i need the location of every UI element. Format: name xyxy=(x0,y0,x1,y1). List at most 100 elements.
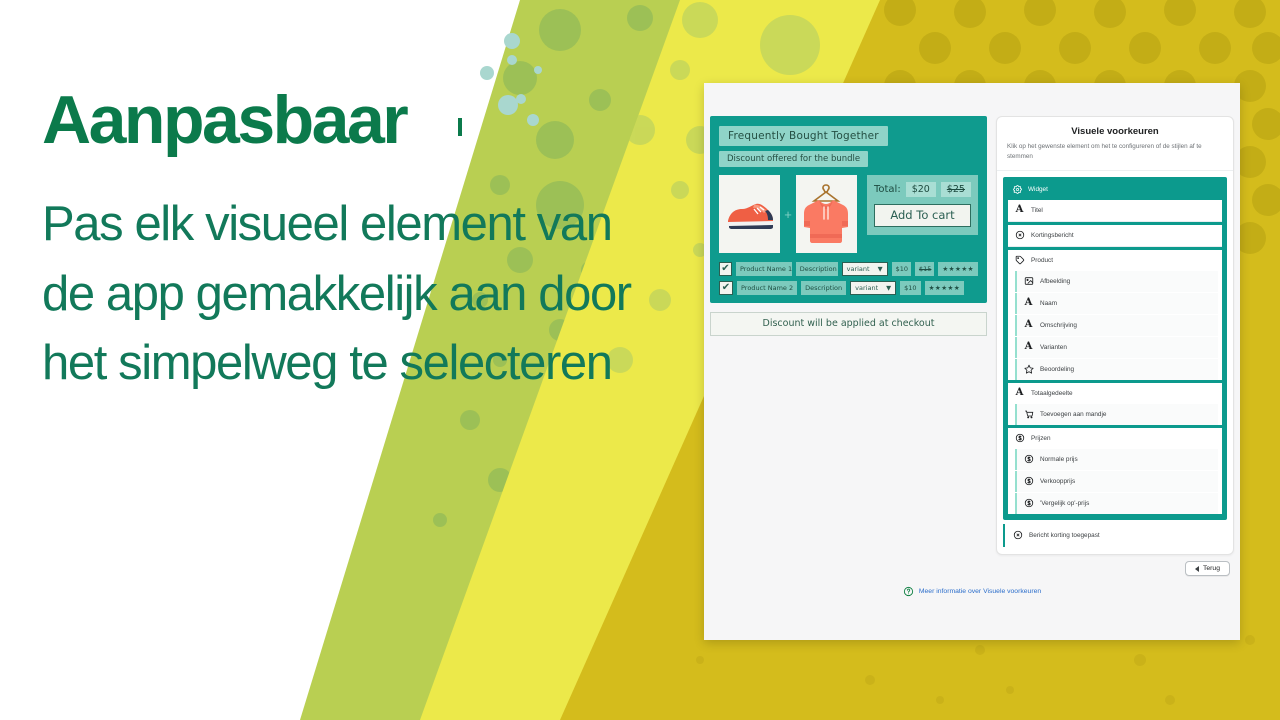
cart-icon xyxy=(1023,409,1034,420)
product-name[interactable]: Product Name 2 xyxy=(737,281,798,295)
page-subtitle: Pas elk visueel element van de app gemak… xyxy=(42,197,632,391)
product-image-2[interactable] xyxy=(795,175,857,253)
product-description[interactable]: Description xyxy=(801,281,847,295)
back-button-wrapper: Terug xyxy=(1184,561,1230,576)
product-description[interactable]: Description xyxy=(795,262,838,276)
letter-a-icon: A xyxy=(1015,204,1024,215)
variant-label: variant xyxy=(855,284,879,292)
running-shoe-icon xyxy=(727,203,773,229)
tree-group-prijzen[interactable]: Prijzen Normale prijs Verkoopprijs 'Verg… xyxy=(1008,427,1222,514)
variant-select[interactable]: variant ▼ xyxy=(841,262,888,276)
product-rating[interactable]: ★★★★★ xyxy=(924,281,965,295)
tag-icon xyxy=(1014,255,1025,266)
tree-item-afbeelding[interactable]: Afbeelding xyxy=(1015,270,1218,292)
product-price[interactable]: $10 xyxy=(891,262,911,276)
variant-select[interactable]: variant ▼ xyxy=(850,281,897,295)
add-to-cart-button[interactable]: Add To cart xyxy=(873,204,971,227)
product-compare-price[interactable]: $15 xyxy=(914,262,935,276)
tree-item-label: Kortingsbericht xyxy=(1031,231,1074,239)
tree-item-omschrijving[interactable]: A Omschrijving xyxy=(1015,314,1218,336)
letter-a-icon: A xyxy=(1024,319,1033,330)
tree-item-prijzen[interactable]: Prijzen xyxy=(1008,427,1222,449)
tree-item-varianten[interactable]: A Varianten xyxy=(1015,336,1218,358)
discount-badge-icon xyxy=(1012,530,1023,541)
caret-left-icon xyxy=(1194,565,1199,572)
widget-tree[interactable]: Widget A Titel Kortingsbericht Product A… xyxy=(1003,176,1227,520)
tree-item-toevoegen-aan-mandje[interactable]: Toevoegen aan mandje xyxy=(1015,403,1218,425)
gear-icon xyxy=(1012,184,1023,195)
tree-item-kortingsbericht[interactable]: Kortingsbericht xyxy=(1008,224,1222,247)
widget-discount-message[interactable]: Discount offered for the bundle xyxy=(719,151,869,167)
total-label: Total: xyxy=(873,184,901,195)
frequently-bought-together-preview[interactable]: Frequently Bought Together Discount offe… xyxy=(710,116,987,336)
app-screenshot-card: Frequently Bought Together Discount offe… xyxy=(704,83,1240,640)
tree-group-kortingsbericht[interactable]: Kortingsbericht xyxy=(1008,224,1222,247)
totals-block: Total: $20 $25 Add To cart xyxy=(866,175,978,235)
tree-item-product[interactable]: Product xyxy=(1008,249,1222,271)
dollar-icon xyxy=(1014,433,1025,444)
star-icon xyxy=(1023,364,1034,375)
plus-icon: + xyxy=(784,206,792,222)
tree-item-label: Normale prijs xyxy=(1040,455,1078,463)
product-rating[interactable]: ★★★★★ xyxy=(938,262,978,276)
widget-tree-header[interactable]: Widget xyxy=(1008,181,1222,200)
dollar-icon xyxy=(1023,476,1034,487)
tree-item-vergelijk-op-prijs[interactable]: 'Vergelijk op'-prijs xyxy=(1015,492,1218,514)
tree-item-label: Beoordeling xyxy=(1040,365,1075,373)
tree-item-normale-prijs[interactable]: Normale prijs xyxy=(1015,448,1218,470)
tree-item-label: Verkoopprijs xyxy=(1040,477,1076,485)
visual-preferences-panel: Visuele voorkeuren Klik op het gewenste … xyxy=(996,116,1234,555)
letter-a-icon: A xyxy=(1024,297,1033,308)
dollar-icon xyxy=(1023,498,1034,509)
more-info-row: Meer informatie over Visuele voorkeuren xyxy=(704,586,1240,597)
tree-item-naam[interactable]: A Naam xyxy=(1015,292,1218,314)
widget-title[interactable]: Frequently Bought Together xyxy=(719,126,888,146)
chevron-down-icon: ▼ xyxy=(877,265,883,273)
tree-item-bericht-korting-toegepast[interactable]: Bericht korting toegepast xyxy=(1003,523,1227,547)
tree-group-titel[interactable]: A Titel xyxy=(1008,199,1222,222)
panel-description: Klik op het gewenste element om het te c… xyxy=(1007,143,1202,160)
product-row[interactable]: ✔ Product Name 1 Description variant ▼ $… xyxy=(719,262,978,276)
hoodie-icon xyxy=(804,184,849,243)
question-circle-icon xyxy=(903,586,914,597)
chevron-down-icon: ▼ xyxy=(886,284,892,292)
product-price[interactable]: $10 xyxy=(900,281,921,295)
tree-item-label: Varianten xyxy=(1040,343,1067,351)
variant-label: variant xyxy=(846,265,870,273)
tree-item-verkoopprijs[interactable]: Verkoopprijs xyxy=(1015,470,1218,492)
total-price[interactable]: $20 xyxy=(905,182,936,197)
more-info-link[interactable]: Meer informatie over Visuele voorkeuren xyxy=(919,588,1041,595)
tree-item-beoordeling[interactable]: Beoordeling xyxy=(1015,358,1218,380)
visual-preferences-header: Visuele voorkeuren Klik op het gewenste … xyxy=(997,117,1233,171)
total-compare-price[interactable]: $25 xyxy=(940,182,971,197)
tree-item-label: 'Vergelijk op'-prijs xyxy=(1040,499,1090,507)
tree-group-totaalgedeelte[interactable]: A Totaalgedeelte Toevoegen aan mandje xyxy=(1008,382,1222,425)
tree-item-label: Product xyxy=(1031,256,1054,264)
widget-tree-label: Widget xyxy=(1028,185,1048,193)
tree-item-label: Toevoegen aan mandje xyxy=(1040,410,1107,418)
tree-item-label: Naam xyxy=(1040,299,1058,307)
product-checkbox[interactable]: ✔ xyxy=(719,262,732,276)
tree-item-label: Prijzen xyxy=(1031,434,1051,442)
tree-item-label: Titel xyxy=(1031,206,1043,214)
page-title: Aanpasbaar xyxy=(42,82,409,158)
discount-badge-icon xyxy=(1014,230,1025,241)
product-name[interactable]: Product Name 1 xyxy=(735,262,792,276)
dollar-icon xyxy=(1023,454,1034,465)
tree-item-titel[interactable]: A Titel xyxy=(1008,199,1222,222)
product-image-1[interactable] xyxy=(719,175,781,253)
back-button-label: Terug xyxy=(1202,565,1220,572)
tree-item-label: Afbeelding xyxy=(1040,277,1071,285)
tree-group-product[interactable]: Product Afbeelding A Naam A Omschrijving… xyxy=(1008,249,1222,380)
tree-item-label: Omschrijving xyxy=(1040,321,1077,329)
product-row[interactable]: ✔ Product Name 2 Description variant ▼ $… xyxy=(719,281,978,295)
image-icon xyxy=(1023,276,1034,287)
back-button[interactable]: Terug xyxy=(1184,561,1230,576)
slide-text-block: Aanpasbaar Pas elk visueel element van d… xyxy=(42,86,642,399)
tree-item-label: Bericht korting toegepast xyxy=(1029,531,1100,539)
discount-checkout-note: Discount will be applied at checkout xyxy=(710,312,987,336)
product-checkbox[interactable]: ✔ xyxy=(719,281,733,295)
tree-item-totaalgedeelte[interactable]: A Totaalgedeelte xyxy=(1008,382,1222,404)
product-rows: ✔ Product Name 1 Description variant ▼ $… xyxy=(719,262,978,295)
tree-item-label: Totaalgedeelte xyxy=(1031,389,1073,397)
